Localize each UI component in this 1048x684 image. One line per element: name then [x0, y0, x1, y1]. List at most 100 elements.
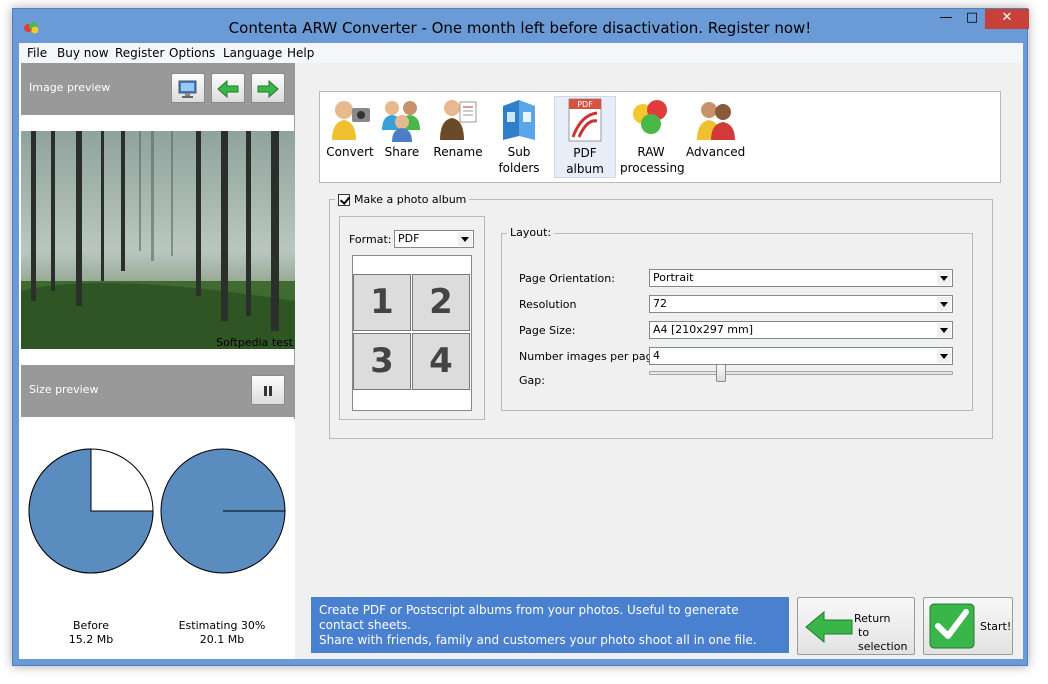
images-per-page-label: Number images per page: — [519, 350, 664, 363]
page-size-select[interactable]: A4 [210x297 mm] — [649, 321, 953, 339]
size-preview-header: Size preview — [21, 365, 295, 417]
size-preview-area: Before 15.2 Mb Estimating 30% 20.1 Mb — [21, 419, 295, 659]
gap-slider-track[interactable] — [649, 371, 953, 375]
monitor-button[interactable] — [171, 73, 205, 103]
arrow-left-icon — [217, 79, 239, 99]
app-window: Contenta ARW Converter - One month left … — [12, 8, 1029, 666]
menu-language[interactable]: Language — [223, 46, 282, 60]
page-size-label: Page Size: — [519, 324, 576, 337]
raw-processing-icon — [633, 100, 667, 134]
toolbar-raw-processing[interactable]: RAW processing — [620, 96, 685, 176]
chevron-down-icon — [937, 297, 951, 311]
after-pie — [160, 448, 286, 574]
convert-icon — [332, 101, 370, 140]
menu-options[interactable]: Options — [169, 46, 215, 60]
client-area: Image preview Softpedia test Size previe… — [19, 63, 1023, 659]
page-size-value: A4 [210x297 mm] — [653, 323, 754, 336]
toolbar-advanced[interactable]: Advanced — [686, 96, 746, 160]
pause-button[interactable] — [251, 375, 285, 405]
size-preview-label: Size preview — [29, 383, 99, 396]
minimize-button[interactable]: — — [933, 9, 959, 29]
left-panel: Image preview Softpedia test Size previe… — [19, 63, 295, 659]
checkmark-icon — [929, 603, 975, 649]
chevron-down-icon — [937, 271, 951, 285]
before-label: Before — [73, 619, 109, 632]
pdf-album-icon: PDF — [568, 98, 602, 142]
close-button[interactable]: ✕ — [985, 9, 1029, 29]
description-line-1: Create PDF or Postscript albums from you… — [319, 603, 739, 632]
toolbar-rename[interactable]: Rename — [432, 96, 484, 160]
rename-icon — [440, 100, 477, 140]
toolbar-share[interactable]: Share — [380, 96, 424, 160]
menu-file[interactable]: File — [27, 46, 47, 60]
make-photo-album-toggle[interactable]: Make a photo album — [335, 193, 470, 206]
format-select[interactable]: PDF — [394, 230, 474, 248]
subfolders-icon — [503, 100, 535, 140]
layout-label: Layout: — [507, 226, 555, 239]
toolbar-pdf-album-label: PDF album — [566, 146, 604, 176]
toolbar-advanced-label: Advanced — [686, 145, 746, 159]
grid-cell: 1 — [353, 274, 411, 331]
start-label: Start! — [980, 620, 1012, 633]
make-photo-album-checkbox[interactable] — [338, 193, 350, 206]
preview-watermark: Softpedia test — [216, 336, 293, 349]
menu-buy-now[interactable]: Buy now — [57, 46, 109, 60]
page-orientation-label: Page Orientation: — [519, 272, 615, 285]
resolution-value: 72 — [653, 297, 667, 310]
resolution-select[interactable]: 72 — [649, 295, 953, 313]
image-preview-label: Image preview — [29, 81, 111, 94]
chevron-down-icon — [458, 232, 472, 246]
toolbar-pdf-album[interactable]: PDF PDF album — [554, 96, 616, 178]
grid-cell: 4 — [412, 333, 470, 390]
arrow-right-icon — [257, 79, 279, 99]
after-label: Estimating 30% — [178, 619, 266, 632]
gap-label: Gap: — [519, 374, 545, 387]
images-per-page-value: 4 — [653, 349, 660, 362]
pause-icon — [264, 386, 272, 396]
chevron-down-icon — [937, 323, 951, 337]
toolbar-convert-label: Convert — [326, 145, 374, 159]
description-panel: Create PDF or Postscript albums from you… — [311, 597, 789, 653]
menu-bar: File Buy now Register Options Language H… — [19, 43, 1023, 63]
description-line-2: Share with friends, family and customers… — [319, 633, 757, 647]
toolbar-subfolders-label: Sub folders — [498, 145, 540, 175]
monitor-icon — [178, 80, 197, 98]
image-preview: Softpedia test — [21, 131, 295, 349]
before-pie — [28, 448, 154, 574]
action-toolbar: Convert Share Rename Sub folders PDF PDF… — [319, 91, 1001, 183]
toolbar-subfolders[interactable]: Sub folders — [488, 96, 550, 176]
after-value: 20.1 Mb — [199, 633, 245, 646]
next-image-button[interactable] — [251, 73, 285, 103]
grid-cell: 3 — [353, 333, 411, 390]
menu-register[interactable]: Register — [115, 46, 164, 60]
grid-cell: 2 — [412, 274, 470, 331]
forest-photo — [21, 131, 295, 349]
page-layout-preview: 1 2 3 4 — [352, 255, 472, 411]
image-preview-header: Image preview — [21, 63, 295, 115]
after-label-group: Estimating 30% 20.1 Mb — [162, 619, 282, 647]
make-photo-album-label: Make a photo album — [354, 193, 467, 206]
menu-help[interactable]: Help — [287, 46, 314, 60]
format-value: PDF — [398, 232, 420, 245]
maximize-button[interactable]: □ — [959, 9, 985, 29]
toolbar-raw-processing-label: RAW processing — [620, 145, 685, 175]
previous-image-button[interactable] — [211, 73, 245, 103]
toolbar-convert[interactable]: Convert — [324, 96, 376, 160]
window-title: Contenta ARW Converter - One month left … — [228, 19, 812, 37]
page-orientation-select[interactable]: Portrait — [649, 269, 953, 287]
start-button[interactable]: Start! — [923, 597, 1013, 655]
chevron-down-icon — [937, 349, 951, 363]
toolbar-rename-label: Rename — [433, 145, 483, 159]
format-label: Format: — [349, 233, 392, 246]
svg-text:PDF: PDF — [577, 100, 593, 109]
share-icon — [382, 101, 420, 142]
advanced-icon — [697, 102, 735, 140]
return-label-1: Return — [854, 612, 891, 625]
toolbar-share-label: Share — [384, 145, 420, 159]
return-to-selection-button[interactable]: Return to selection — [797, 597, 915, 655]
gap-slider-thumb[interactable] — [716, 364, 726, 382]
images-per-page-select[interactable]: 4 — [649, 347, 953, 365]
title-bar: Contenta ARW Converter - One month left … — [13, 9, 1029, 43]
page-orientation-value: Portrait — [653, 271, 694, 284]
return-arrow-icon — [805, 610, 853, 644]
